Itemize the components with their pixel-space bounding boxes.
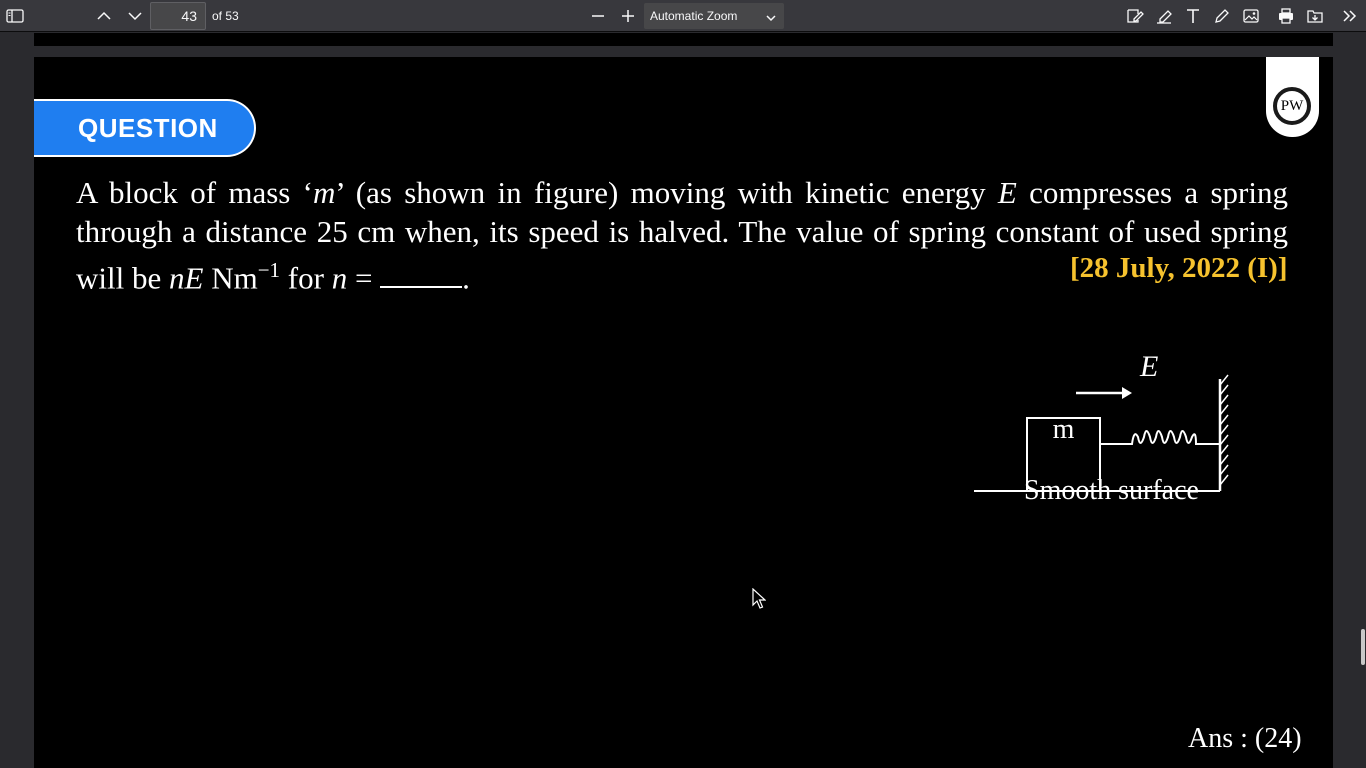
question-part: = xyxy=(347,260,381,296)
figure-energy-label: E xyxy=(1140,350,1159,383)
zoom-select-value: Automatic Zoom xyxy=(650,9,738,23)
exam-date-tag: [28 July, 2022 (I)] xyxy=(1070,252,1288,284)
logo-emblem-icon: PW xyxy=(1271,85,1313,127)
answer-blank xyxy=(380,262,463,289)
pdf-page: QUESTION PW A block of mass ‘m’ (as show… xyxy=(34,57,1333,768)
previous-page-fragment xyxy=(34,33,1333,46)
question-part: ’ (as shown in figure) moving with kinet… xyxy=(335,175,998,210)
question-part: A block of mass ‘ xyxy=(76,175,314,210)
chevron-down-icon xyxy=(766,11,776,25)
question-part: Nm xyxy=(203,260,258,296)
question-exponent: −1 xyxy=(257,258,281,282)
mouse-cursor-icon xyxy=(752,588,766,609)
save-download-icon[interactable] xyxy=(1302,3,1328,29)
signature-icon[interactable] xyxy=(1122,3,1148,29)
question-var-n: n xyxy=(331,260,348,296)
vertical-scrollbar-thumb[interactable] xyxy=(1361,629,1365,665)
page-number-input[interactable] xyxy=(150,2,206,30)
figure-mass-label: m xyxy=(1052,414,1075,445)
question-var-ne: nE xyxy=(169,260,204,296)
question-var-e: E xyxy=(997,175,1017,210)
add-image-icon[interactable] xyxy=(1238,3,1264,29)
more-tools-icon[interactable] xyxy=(1337,3,1363,29)
document-viewer[interactable]: QUESTION PW A block of mass ‘m’ (as show… xyxy=(0,33,1366,768)
previous-page-icon[interactable] xyxy=(91,3,117,29)
pw-logo: PW xyxy=(1266,57,1319,137)
answer-text: Ans : (24) xyxy=(1188,723,1302,754)
question-badge: QUESTION xyxy=(34,99,256,157)
print-icon[interactable] xyxy=(1273,3,1299,29)
zoom-select[interactable]: Automatic Zoom xyxy=(644,3,784,29)
sidebar-toggle-icon[interactable] xyxy=(2,3,28,29)
question-part: for xyxy=(280,260,332,296)
draw-icon[interactable] xyxy=(1209,3,1235,29)
highlight-icon[interactable] xyxy=(1151,3,1177,29)
next-page-icon[interactable] xyxy=(122,3,148,29)
page-count-label: of 53 xyxy=(212,9,239,23)
question-part: . xyxy=(462,260,470,296)
pdf-toolbar: of 53 Automatic Zoom xyxy=(0,0,1366,32)
zoom-in-icon[interactable] xyxy=(615,3,641,29)
question-var-m: m xyxy=(313,175,336,210)
zoom-out-icon[interactable] xyxy=(585,3,611,29)
figure-caption: Smooth surface xyxy=(1024,475,1199,506)
logo-text: PW xyxy=(1277,91,1307,121)
spring-coil xyxy=(1100,430,1220,445)
text-tool-icon[interactable] xyxy=(1180,3,1206,29)
velocity-arrow-head xyxy=(1122,387,1132,399)
